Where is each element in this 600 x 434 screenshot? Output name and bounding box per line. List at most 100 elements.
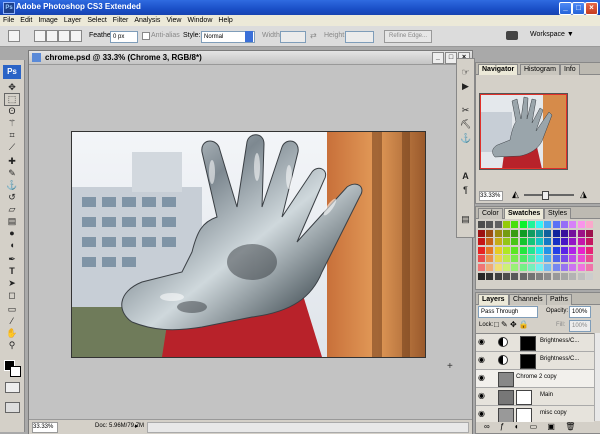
- color-swatch[interactable]: [478, 221, 485, 228]
- workspace-button[interactable]: Workspace ▼: [530, 31, 574, 38]
- color-swatch[interactable]: [478, 238, 485, 246]
- quick-mask-icon[interactable]: [5, 382, 20, 393]
- color-swatch[interactable]: [536, 229, 544, 237]
- color-swatch[interactable]: [511, 264, 519, 271]
- color-swatch[interactable]: [494, 221, 502, 228]
- layer-mask-thumbnail[interactable]: [516, 408, 532, 422]
- color-swatch[interactable]: [527, 246, 535, 254]
- color-swatch[interactable]: [478, 246, 485, 254]
- color-swatch[interactable]: [478, 272, 485, 280]
- marquee-tool-icon[interactable]: ⬚: [4, 93, 20, 106]
- brushes-panel-icon[interactable]: ⛏: [460, 119, 471, 130]
- color-swatch[interactable]: [561, 238, 568, 246]
- color-swatch[interactable]: [552, 264, 560, 271]
- status-menu-arrow-icon[interactable]: ▸: [135, 422, 139, 430]
- refine-edge-button[interactable]: Refine Edge...: [384, 30, 432, 43]
- color-swatch[interactable]: [561, 255, 568, 263]
- color-swatch[interactable]: [569, 246, 577, 254]
- layer-comps-icon[interactable]: ▤: [460, 214, 471, 225]
- color-swatch[interactable]: [502, 238, 510, 246]
- color-swatch[interactable]: [511, 238, 519, 246]
- color-swatch[interactable]: [577, 221, 585, 228]
- notes-tool-icon[interactable]: ▭: [5, 304, 19, 315]
- color-swatch[interactable]: [577, 238, 585, 246]
- color-swatch[interactable]: [527, 221, 535, 228]
- layer-row[interactable]: ◉ Brightness/C...: [476, 334, 594, 352]
- color-swatch[interactable]: [585, 221, 593, 228]
- color-swatch[interactable]: [536, 246, 544, 254]
- color-swatch[interactable]: [577, 255, 585, 263]
- tab-navigator[interactable]: Navigator: [478, 64, 519, 75]
- color-swatch[interactable]: [585, 229, 593, 237]
- color-swatch[interactable]: [502, 221, 510, 228]
- tab-paths[interactable]: Paths: [546, 294, 572, 305]
- actions-panel-icon[interactable]: ▶: [460, 81, 471, 92]
- color-swatch[interactable]: [494, 238, 502, 246]
- color-swatch[interactable]: [519, 238, 527, 246]
- gradient-tool-icon[interactable]: ▤: [5, 216, 19, 227]
- blur-tool-icon[interactable]: ●: [5, 228, 19, 239]
- color-swatch[interactable]: [527, 255, 535, 263]
- zoom-in-icon[interactable]: ◮: [580, 189, 587, 200]
- color-swatch[interactable]: [486, 221, 494, 228]
- layer-mask-thumbnail[interactable]: [520, 354, 536, 369]
- color-swatch[interactable]: [502, 264, 510, 271]
- color-swatch[interactable]: [552, 229, 560, 237]
- color-swatch[interactable]: [585, 264, 593, 271]
- color-swatch[interactable]: [494, 272, 502, 280]
- menu-edit[interactable]: Edit: [17, 15, 35, 26]
- color-swatch[interactable]: [494, 255, 502, 263]
- menu-help[interactable]: Help: [215, 15, 235, 26]
- tab-layers[interactable]: Layers: [478, 294, 509, 305]
- color-swatch[interactable]: [502, 246, 510, 254]
- color-swatch[interactable]: [561, 229, 568, 237]
- color-swatch[interactable]: [585, 246, 593, 254]
- background-color-swatch[interactable]: [10, 366, 21, 377]
- color-swatch[interactable]: [527, 229, 535, 237]
- color-swatch[interactable]: [519, 221, 527, 228]
- color-swatch[interactable]: [536, 221, 544, 228]
- layer-action-icons[interactable]: ∞ ƒ ◐ ▭ ▣ 🗑: [484, 422, 579, 431]
- close-button[interactable]: ×: [585, 2, 598, 15]
- color-swatch[interactable]: [536, 264, 544, 271]
- visibility-eye-icon[interactable]: ◉: [478, 410, 486, 418]
- pen-tool-icon[interactable]: ✒: [5, 254, 19, 265]
- color-swatch[interactable]: [569, 238, 577, 246]
- tab-swatches[interactable]: Swatches: [504, 208, 545, 219]
- color-swatch[interactable]: [544, 229, 552, 237]
- menu-file[interactable]: File: [0, 15, 17, 26]
- layer-thumbnail[interactable]: [498, 408, 514, 422]
- layer-row[interactable]: ◉ misc copy: [476, 406, 594, 422]
- color-swatch[interactable]: [552, 221, 560, 228]
- intersect-selection-icon[interactable]: [70, 30, 82, 42]
- menu-filter[interactable]: Filter: [110, 15, 132, 26]
- type-tool-icon[interactable]: T: [5, 266, 19, 277]
- canvas-area[interactable]: +: [29, 65, 472, 419]
- color-swatch[interactable]: [478, 255, 485, 263]
- add-selection-icon[interactable]: [46, 30, 58, 42]
- color-swatch[interactable]: [544, 255, 552, 263]
- visibility-eye-icon[interactable]: ◉: [478, 338, 486, 346]
- color-swatch[interactable]: [585, 255, 593, 263]
- menu-window[interactable]: Window: [184, 15, 215, 26]
- character-panel-icon[interactable]: A: [460, 171, 471, 182]
- color-swatch[interactable]: [552, 246, 560, 254]
- navigator-view-box[interactable]: [480, 94, 567, 169]
- color-swatch[interactable]: [478, 229, 485, 237]
- color-swatch[interactable]: [544, 272, 552, 280]
- crop-tool-icon[interactable]: ⌗: [5, 130, 19, 141]
- color-swatch[interactable]: [511, 272, 519, 280]
- menu-view[interactable]: View: [163, 15, 184, 26]
- slice-tool-icon[interactable]: ⟋: [5, 142, 19, 153]
- color-swatch[interactable]: [552, 272, 560, 280]
- color-swatch[interactable]: [552, 255, 560, 263]
- color-swatch[interactable]: [502, 272, 510, 280]
- visibility-eye-icon[interactable]: ◉: [478, 356, 486, 364]
- color-swatch[interactable]: [511, 221, 519, 228]
- tab-histogram[interactable]: Histogram: [520, 64, 560, 75]
- color-swatch[interactable]: [511, 255, 519, 263]
- tool-presets-icon[interactable]: ✂: [460, 105, 471, 116]
- navigator-thumbnail[interactable]: [479, 93, 568, 170]
- color-swatch[interactable]: [585, 238, 593, 246]
- camera-icon[interactable]: [506, 31, 518, 40]
